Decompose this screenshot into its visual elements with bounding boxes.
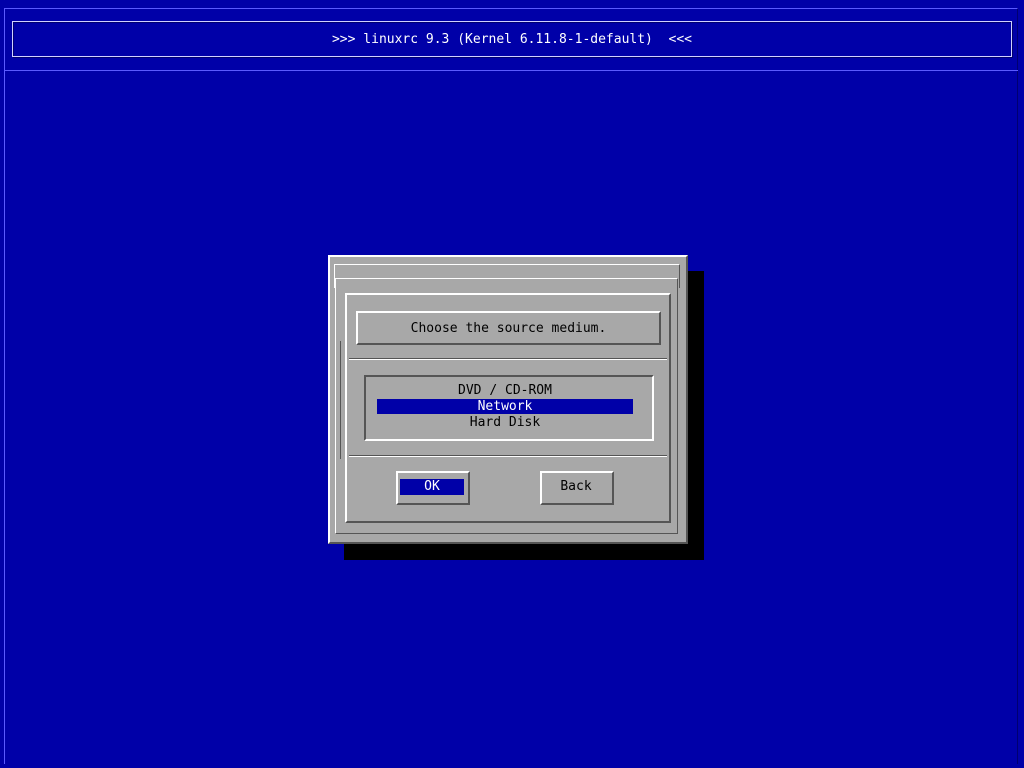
header-divider xyxy=(4,70,1018,71)
window-title: >>> linuxrc 9.3 (Kernel 6.11.8-1-default… xyxy=(331,31,693,47)
button-separator xyxy=(349,455,667,457)
linuxrc-screen: >>> linuxrc 9.3 (Kernel 6.11.8-1-default… xyxy=(0,0,1024,768)
back-button[interactable]: Back xyxy=(540,471,614,505)
source-medium-dialog: Choose the source medium. DVD / CD-ROM N… xyxy=(345,293,671,523)
ok-button-label: OK xyxy=(400,479,464,495)
list-item-network[interactable]: Network xyxy=(377,399,633,414)
list-item-dvd-cdrom[interactable]: DVD / CD-ROM xyxy=(377,383,633,398)
dialog-prompt: Choose the source medium. xyxy=(356,311,661,345)
back-button-label: Back xyxy=(560,479,592,494)
title-bar: >>> linuxrc 9.3 (Kernel 6.11.8-1-default… xyxy=(12,21,1012,57)
list-item-hard-disk[interactable]: Hard Disk xyxy=(377,415,633,430)
source-medium-list[interactable]: DVD / CD-ROM Network Hard Disk xyxy=(364,375,654,441)
ok-button[interactable]: OK xyxy=(396,471,470,505)
dialog-separator xyxy=(349,358,667,360)
